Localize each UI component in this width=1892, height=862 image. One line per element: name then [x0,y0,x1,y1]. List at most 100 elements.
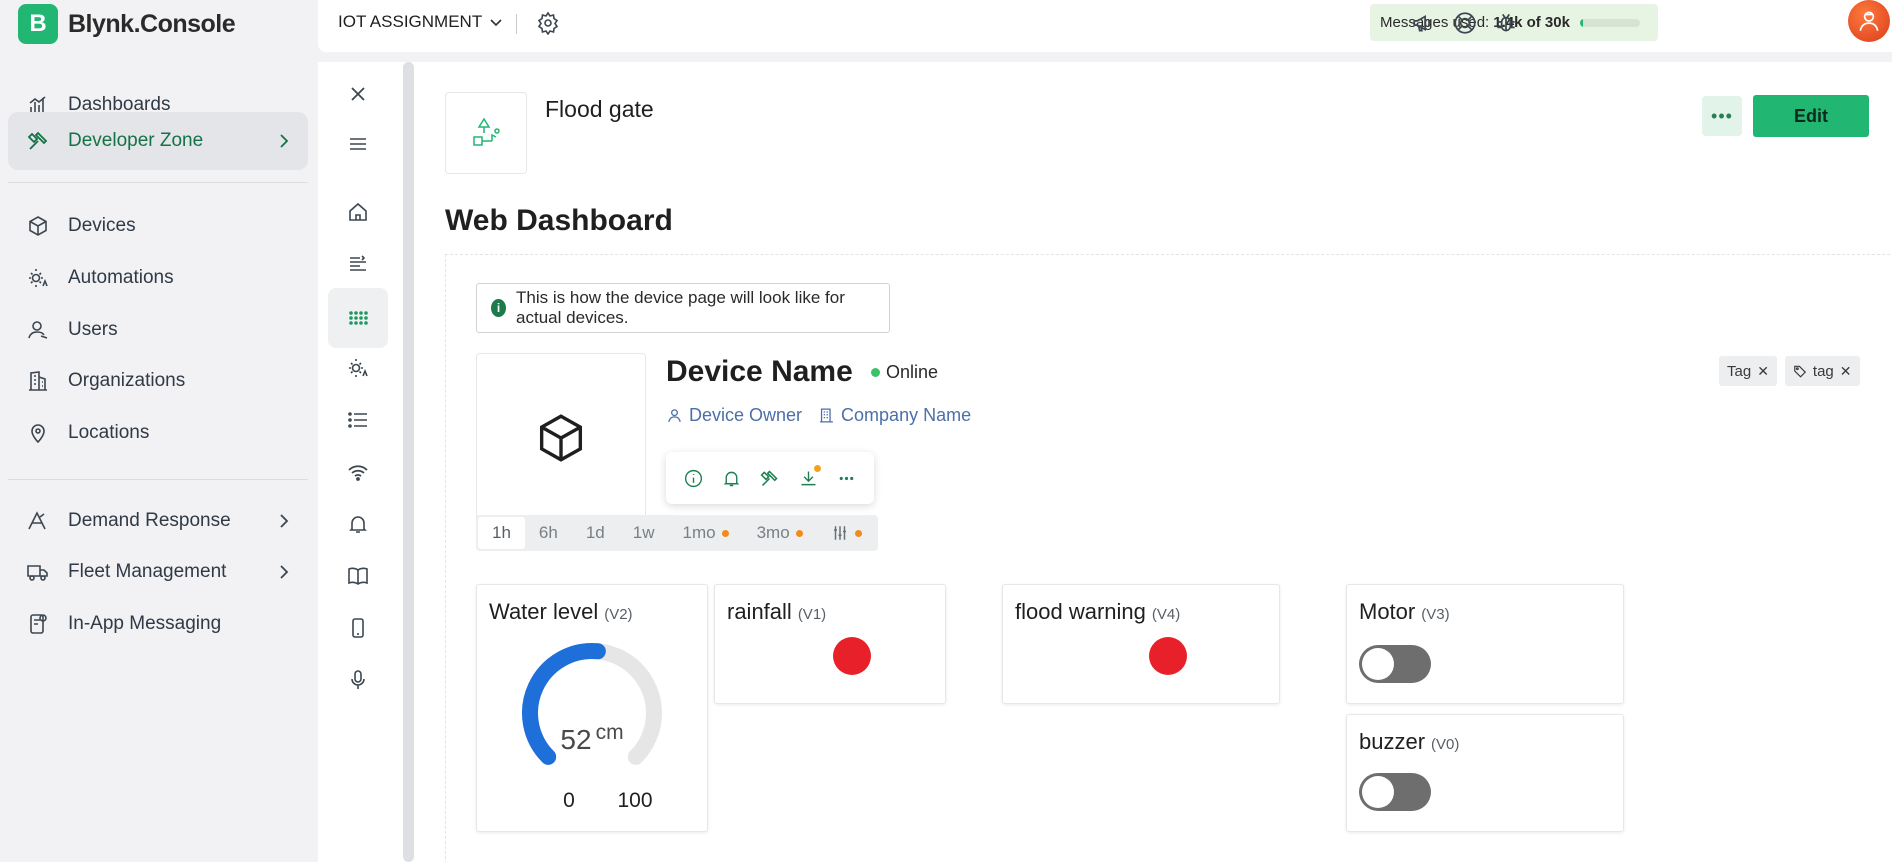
widget-pin: (V0) [1431,736,1460,753]
bug-icon[interactable] [1493,10,1519,36]
mobile-icon[interactable] [328,598,388,658]
gear-icon[interactable] [536,11,560,35]
automation-icon[interactable] [328,338,388,398]
remove-tag-icon[interactable]: ✕ [1757,363,1769,380]
device-owner-label: Device Owner [689,405,803,425]
water-level-gauge-widget[interactable]: Water level (V2) 52 cm 0 100 [476,584,708,832]
gauge-max: 100 [617,789,653,812]
blynk-logo-icon: B [18,4,58,44]
tab-1d[interactable]: 1d [572,517,619,549]
tag-chip[interactable]: tag ✕ [1784,356,1860,386]
tab-6h[interactable]: 6h [525,517,572,549]
megaphone-icon[interactable] [1411,10,1437,36]
device-tags: Tag ✕ tag ✕ [1719,356,1860,386]
widget-title: buzzer (V0) [1359,729,1459,755]
company-name-link[interactable]: Company Name [818,405,971,426]
tab-label: 1d [585,523,605,542]
organization-select[interactable]: IOT ASSIGNMENT [338,12,504,32]
template-tabs-rail [318,62,414,862]
user-icon [28,321,48,339]
datastreams-icon[interactable] [328,234,388,294]
tag-chip[interactable]: Tag ✕ [1719,356,1777,386]
book-icon[interactable] [328,546,388,606]
microphone-icon[interactable] [328,650,388,710]
sidebar-item-automations[interactable]: Automations [8,249,308,307]
tab-label: 1mo [682,523,716,542]
top-divider [516,14,517,34]
rail-scrollbar[interactable] [403,62,414,862]
widget-title-label: Motor [1359,599,1416,624]
sidebar-divider [8,182,308,183]
list-icon[interactable] [328,390,388,450]
device-image[interactable] [476,353,646,523]
device-status: Online [871,362,938,383]
gauge-value: 52 cm [477,721,707,756]
sidebar-item-developer-zone[interactable]: Developer Zone [8,112,308,170]
gauge-value-number: 52 [560,724,592,755]
more-icon[interactable] [834,465,860,491]
user-icon [668,409,681,423]
sidebar-item-devices[interactable]: Devices [8,197,308,255]
home-icon[interactable] [328,182,388,242]
tab-1w[interactable]: 1w [619,517,669,549]
pin-icon [31,424,45,444]
bell-icon[interactable] [719,465,745,491]
sidebar-divider [8,479,308,480]
wifi-icon[interactable] [328,442,388,502]
sidebar-item-label: Organizations [68,370,186,391]
sidebar-item-in-app-messaging[interactable]: In-App Messaging [8,595,308,653]
tab-label: 1h [492,523,511,542]
gauge-min: 0 [563,789,575,812]
info-icon: i [491,299,507,317]
brand-name: Blynk.Console [68,9,236,38]
widget-title-label: flood warning [1015,599,1146,624]
flood-warning-led-widget[interactable]: flood warning (V4) [1002,584,1280,704]
brand[interactable]: B Blynk.Console [18,4,236,44]
bell-icon[interactable] [328,494,388,554]
chevron-right-icon [280,134,289,148]
device-owner-link[interactable]: Device Owner [666,405,802,426]
help-lifebuoy-icon[interactable] [1452,10,1478,36]
sidebar-item-fleet-management[interactable]: Fleet Management [8,543,308,601]
tab-1h[interactable]: 1h [478,517,525,549]
sliders-icon [833,526,846,540]
sidebar-item-label: Developer Zone [68,130,204,151]
tag-label: Tag [1727,362,1752,380]
sidebar-item-organizations[interactable]: Organizations [8,352,308,410]
device-status-label: Online [886,362,939,382]
tab-label: 1w [632,523,655,542]
tag-icon [1794,365,1806,378]
company-name-label: Company Name [841,405,972,425]
sidebar-item-label: In-App Messaging [68,613,222,634]
sidebar-item-users[interactable]: Users [8,301,308,359]
widget-title: Motor (V3) [1359,599,1450,625]
motor-switch-widget[interactable]: Motor (V3) [1346,584,1624,704]
sidebar: B Blynk.Console Dashboards Developer Zon… [0,0,318,862]
tab-3mo[interactable]: 3mo [743,517,817,549]
tools-icon [27,131,48,150]
tools-icon[interactable] [757,465,783,491]
avatar-person-icon [1859,11,1879,31]
menu-icon[interactable] [328,114,388,174]
messages-usage-bar [1579,18,1640,27]
buzzer-switch-widget[interactable]: buzzer (V0) [1346,714,1624,832]
remove-tag-icon[interactable]: ✕ [1840,363,1852,380]
widget-title: rainfall (V1) [727,599,826,625]
premium-dot [721,529,729,537]
sidebar-item-demand-response[interactable]: Demand Response [8,492,308,550]
tab-label: 6h [538,523,558,542]
message-icon [30,614,47,634]
buzzer-toggle[interactable] [1359,773,1431,811]
user-avatar[interactable] [1848,0,1890,42]
motor-toggle[interactable] [1359,645,1431,683]
rainfall-led-widget[interactable]: rainfall (V1) [714,584,946,704]
widget-pin: (V3) [1421,606,1450,623]
flood-warning-led-indicator [1149,637,1187,675]
device-meta-links: Device Owner Company Name [666,405,971,426]
info-icon[interactable] [680,465,706,491]
tab-1mo[interactable]: 1mo [669,517,743,549]
download-icon[interactable] [795,465,822,491]
custom-range-tab[interactable] [817,517,876,549]
organization-name: IOT ASSIGNMENT [338,12,483,31]
sidebar-item-locations[interactable]: Locations [8,404,308,462]
